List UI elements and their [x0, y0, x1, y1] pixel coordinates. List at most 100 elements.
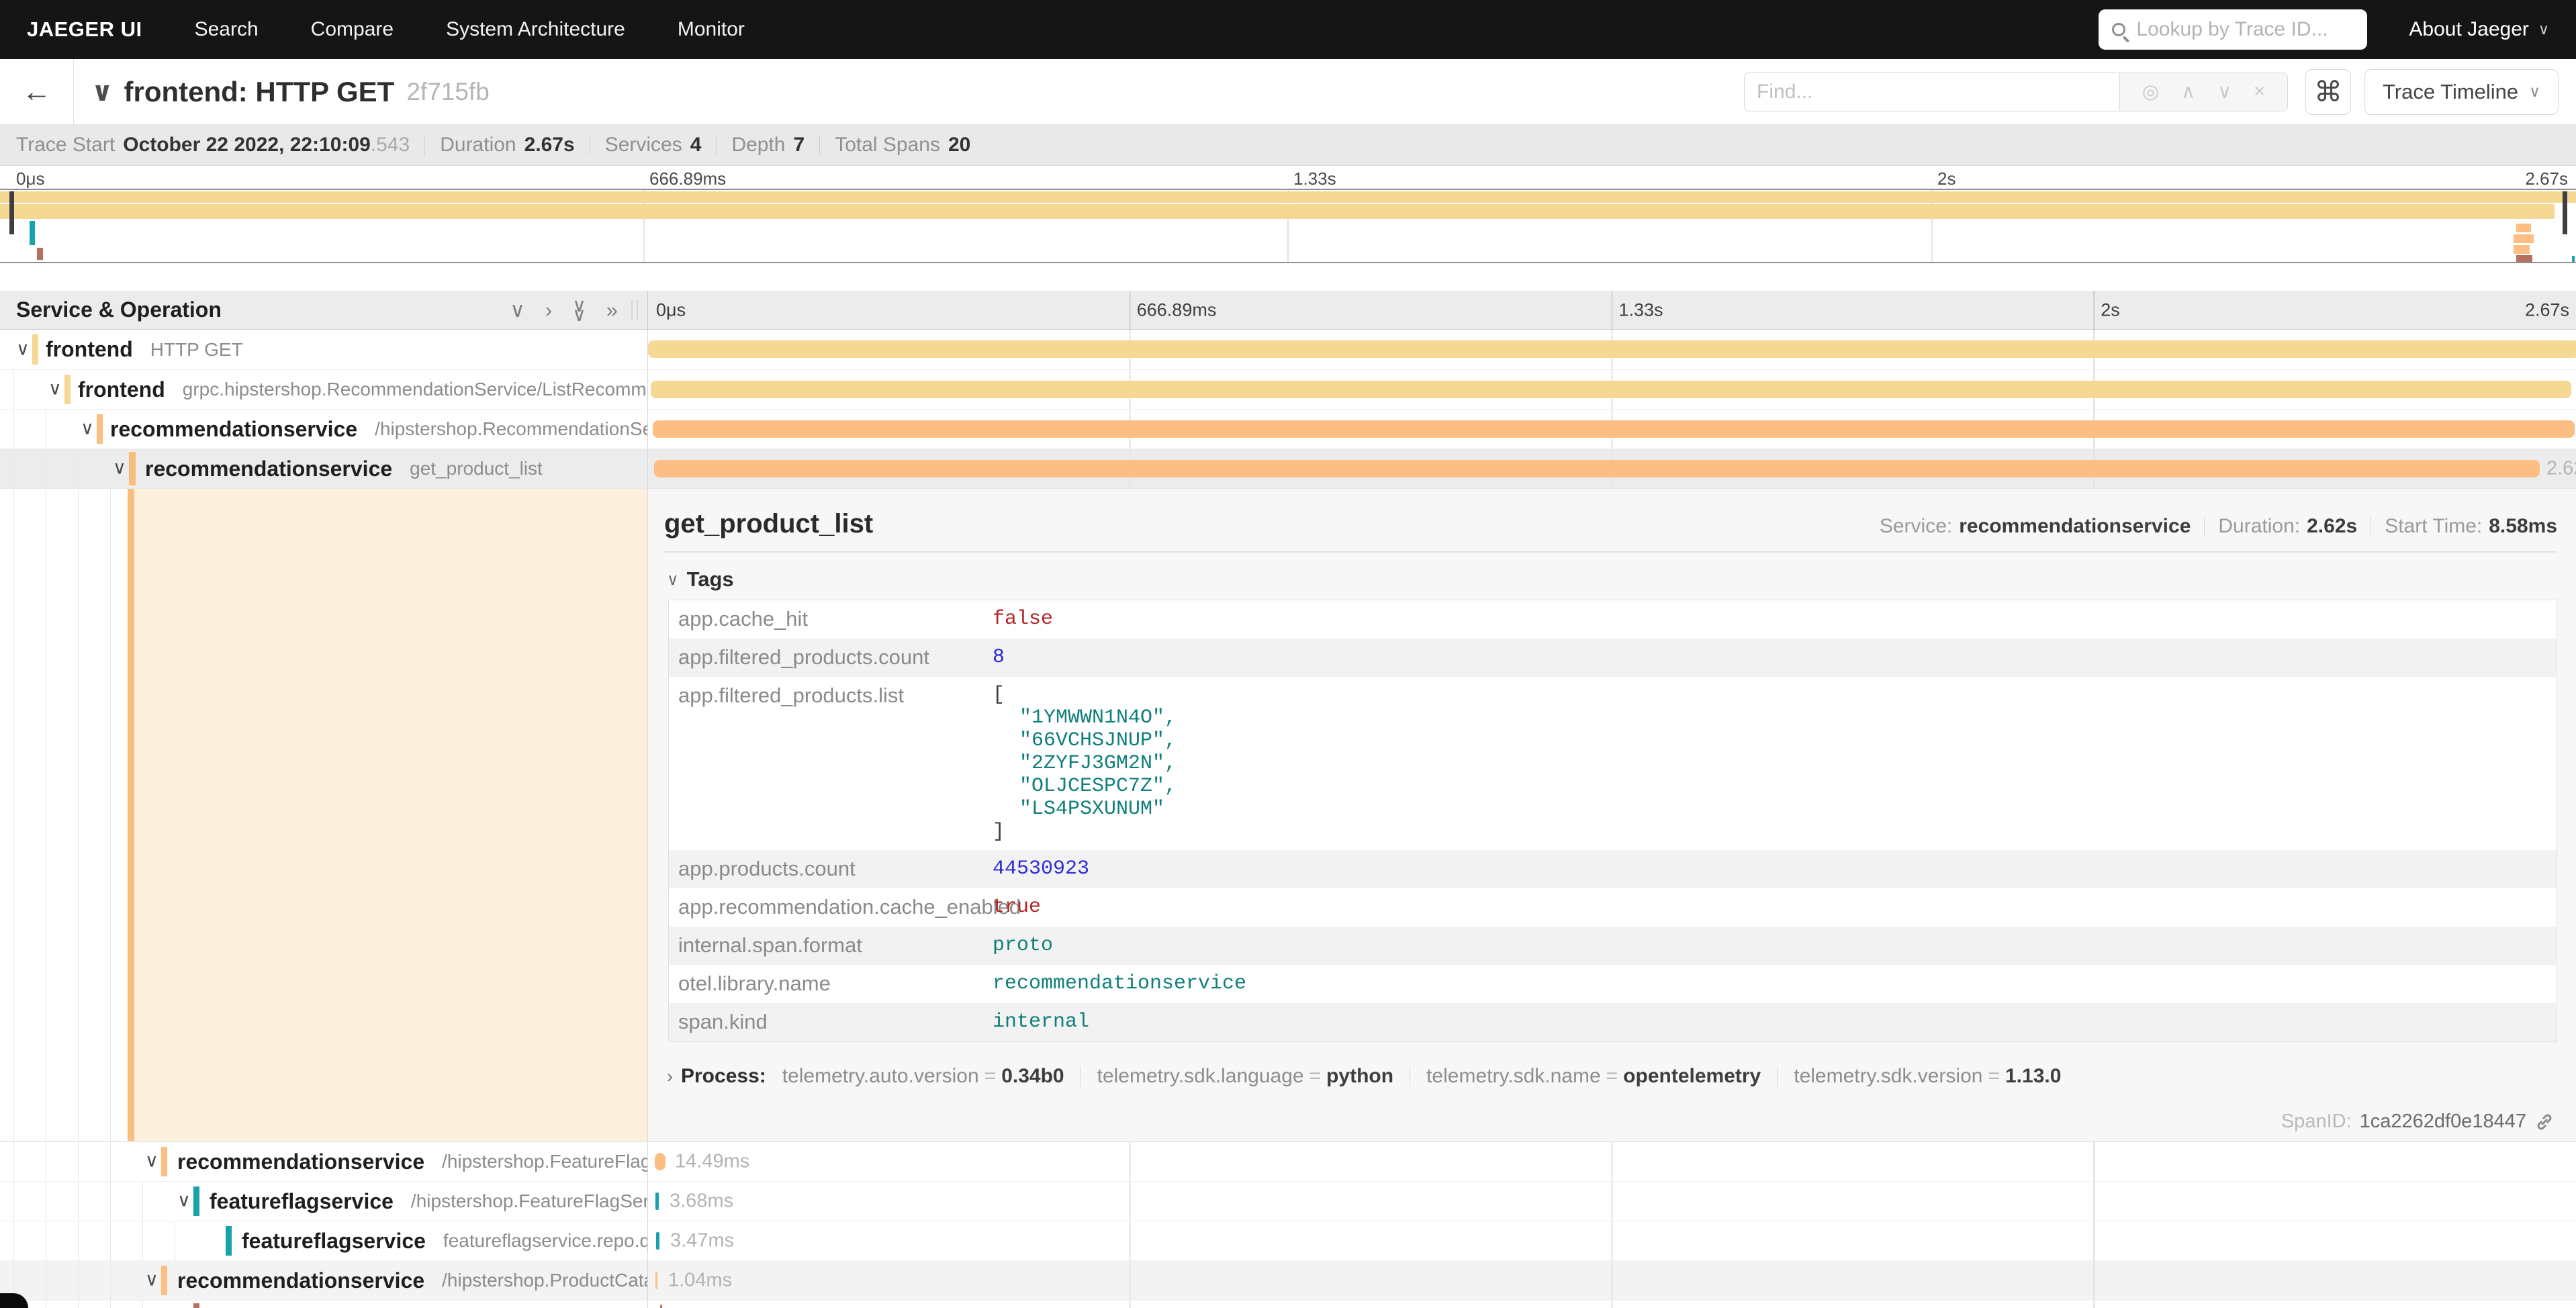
process-label: Process: [681, 1065, 766, 1088]
about-jaeger-menu[interactable]: About Jaeger ∨ [2409, 18, 2549, 41]
span-name-cell[interactable]: ∨ recommendationservice /hipstershop.Fea… [0, 1142, 648, 1181]
span-id-row: SpanID: 1ca2262df0e18447 [2281, 1111, 2555, 1133]
chevron-down-icon[interactable]: ∨ [81, 418, 94, 438]
span-timeline-cell[interactable] [648, 410, 2576, 449]
span-name-cell[interactable]: ∨ recommendationservice /hipstershop.Rec… [0, 410, 648, 449]
process-section-toggle[interactable]: › Process: telemetry.auto.version=0.34b0… [664, 1065, 2557, 1088]
span-name-cell[interactable]: featureflagservice featureflagservice.re… [0, 1221, 648, 1260]
span-name-cell[interactable]: ∨ frontend grpc.hipstershop.Recommendati… [0, 370, 648, 409]
span-timeline-cell[interactable]: 3.68ms [648, 1182, 2576, 1221]
tag-value: true [993, 888, 1041, 927]
trace-view-selector-label: Trace Timeline [2383, 80, 2518, 104]
span-timeline-cell[interactable] [648, 370, 2576, 409]
span-row-featureflag-repo-query[interactable]: featureflagservice featureflagservice.re… [0, 1221, 2576, 1260]
keyboard-shortcuts-button[interactable]: ⌘ [2305, 69, 2351, 115]
tick-label: 666.89ms [649, 169, 726, 189]
service-color-bar [161, 1266, 167, 1295]
collapse-all-icon[interactable]: ∨∨ [572, 301, 586, 320]
span-timeline-cell[interactable] [648, 1301, 2576, 1308]
span-name-cell[interactable] [0, 1301, 648, 1308]
focus-match-icon[interactable]: ◎ [2142, 80, 2159, 103]
chevron-down-icon[interactable]: ∨ [48, 378, 62, 399]
tag-row: app.filtered_products.list [ "1YMWWN1N4O… [669, 677, 2557, 850]
tag-value: internal [993, 1003, 1089, 1041]
span-bar[interactable] [655, 1272, 657, 1289]
trace-id-lookup-placeholder: Lookup by Trace ID... [2136, 18, 2328, 41]
span-bar[interactable] [653, 420, 2575, 438]
span-operation: grpc.hipstershop.RecommendationService/L… [183, 379, 648, 400]
nav-link-search[interactable]: Search [195, 18, 259, 41]
back-button[interactable]: ← [0, 59, 74, 124]
total-spans-value: 20 [948, 134, 970, 156]
span-bar[interactable] [655, 1193, 659, 1210]
clear-find-icon[interactable]: × [2254, 81, 2265, 103]
chevron-down-icon[interactable]: ∨ [177, 1190, 191, 1211]
span-row-frontend-httpget[interactable]: ∨ frontend HTTP GET [0, 330, 2576, 369]
deep-link-icon[interactable] [2534, 1112, 2555, 1132]
tag-value: proto [993, 927, 1053, 965]
selected-span-highlight [134, 489, 647, 1141]
trace-collapse-chevron-icon[interactable]: ∨ [91, 77, 113, 107]
nav-link-compare[interactable]: Compare [311, 18, 394, 41]
trace-minimap[interactable] [0, 189, 2576, 263]
span-row-recommendation-productcatalog[interactable]: ∨ recommendationservice /hipstershop.Pro… [0, 1260, 2576, 1300]
tag-row: app.recommendation.cache_enabled true [669, 888, 2557, 927]
span-name-cell[interactable]: ∨ recommendationservice get_product_list [0, 449, 648, 488]
chevron-down-icon[interactable]: ∨ [16, 338, 30, 359]
chevron-right-icon: › [667, 1066, 673, 1087]
chevron-down-icon[interactable]: ∨ [145, 1150, 158, 1171]
span-timeline-cell[interactable]: 2.62s [648, 449, 2576, 488]
span-row-recommendation-list[interactable]: ∨ recommendationservice /hipstershop.Rec… [0, 409, 2576, 449]
tick-label: 2.67s [2525, 299, 2569, 320]
find-input[interactable] [1744, 73, 2120, 111]
app-logo[interactable]: JAEGER UI [27, 17, 142, 42]
minimap-span-frontend-grpc [0, 204, 2555, 219]
span-row-recommendation-featureflag[interactable]: ∨ recommendationservice /hipstershop.Fea… [0, 1141, 2576, 1181]
chevron-down-icon[interactable]: ∨ [113, 457, 126, 478]
service-label: Service: [1880, 515, 1952, 538]
collapse-one-icon[interactable]: ∨ [510, 298, 525, 322]
span-timeline-cell[interactable]: 3.47ms [648, 1221, 2576, 1260]
span-row-partial[interactable] [0, 1300, 2576, 1308]
span-name-cell[interactable]: ∨ featureflagservice /hipstershop.Featur… [0, 1182, 648, 1221]
span-bar[interactable] [648, 340, 2576, 358]
tick-label: 0μs [16, 169, 44, 189]
span-timeline-cell[interactable]: 1.04ms [648, 1261, 2576, 1300]
span-row-get-product-list-selected[interactable]: ∨ recommendationservice get_product_list… [0, 449, 2576, 488]
span-bar[interactable] [651, 381, 2571, 398]
span-operation: featureflagservice.repo.query:fe... [443, 1230, 648, 1252]
span-name-cell[interactable]: ∨ frontend HTTP GET [0, 330, 648, 369]
expand-one-icon[interactable]: › [545, 298, 552, 322]
span-id-value: 1ca2262df0e18447 [2360, 1111, 2526, 1133]
find-controls: ◎ ∧ ∨ × [2120, 73, 2288, 111]
span-name-cell[interactable]: ∨ recommendationservice /hipstershop.Pro… [0, 1261, 648, 1300]
span-bar[interactable] [656, 1232, 659, 1250]
expand-all-icon[interactable]: » [606, 298, 618, 322]
service-color-bar [97, 414, 103, 444]
span-timeline-cell[interactable]: 14.49ms [648, 1142, 2576, 1181]
span-bar[interactable] [654, 460, 2540, 477]
span-row-featureflag-getflag[interactable]: ∨ featureflagservice /hipstershop.Featur… [0, 1181, 2576, 1221]
span-id-label: SpanID: [2281, 1111, 2352, 1133]
span-row-frontend-grpc[interactable]: ∨ frontend grpc.hipstershop.Recommendati… [0, 369, 2576, 409]
trace-view-selector[interactable]: Trace Timeline ∨ [2364, 69, 2559, 115]
tag-key: span.kind [669, 1003, 993, 1041]
trace-title: frontend: HTTP GET [124, 76, 394, 108]
span-timeline-cell[interactable] [648, 330, 2576, 369]
nav-link-monitor[interactable]: Monitor [678, 18, 745, 41]
prev-match-icon[interactable]: ∧ [2181, 80, 2195, 103]
trace-id-lookup-input[interactable]: Lookup by Trace ID... [2099, 9, 2367, 50]
tag-row: app.cache_hit false [669, 600, 2557, 639]
tags-section-toggle[interactable]: ∨ Tags [667, 567, 2557, 592]
minimap-left-scrubber-handle[interactable] [9, 191, 14, 234]
tick-label: 666.89ms [1137, 299, 1217, 320]
trace-header-controls: ◎ ∧ ∨ × ⌘ Trace Timeline ∨ [1744, 69, 2559, 115]
span-bar[interactable] [655, 1153, 665, 1170]
span-bar[interactable] [660, 1305, 662, 1308]
column-resizer-handle[interactable] [631, 300, 638, 320]
next-match-icon[interactable]: ∨ [2217, 80, 2232, 103]
nav-link-system-architecture[interactable]: System Architecture [446, 18, 625, 41]
minimap-right-scrubber-handle[interactable] [2563, 191, 2567, 234]
process-item: telemetry.sdk.version=1.13.0 [1794, 1065, 2061, 1088]
chevron-down-icon[interactable]: ∨ [145, 1269, 158, 1290]
